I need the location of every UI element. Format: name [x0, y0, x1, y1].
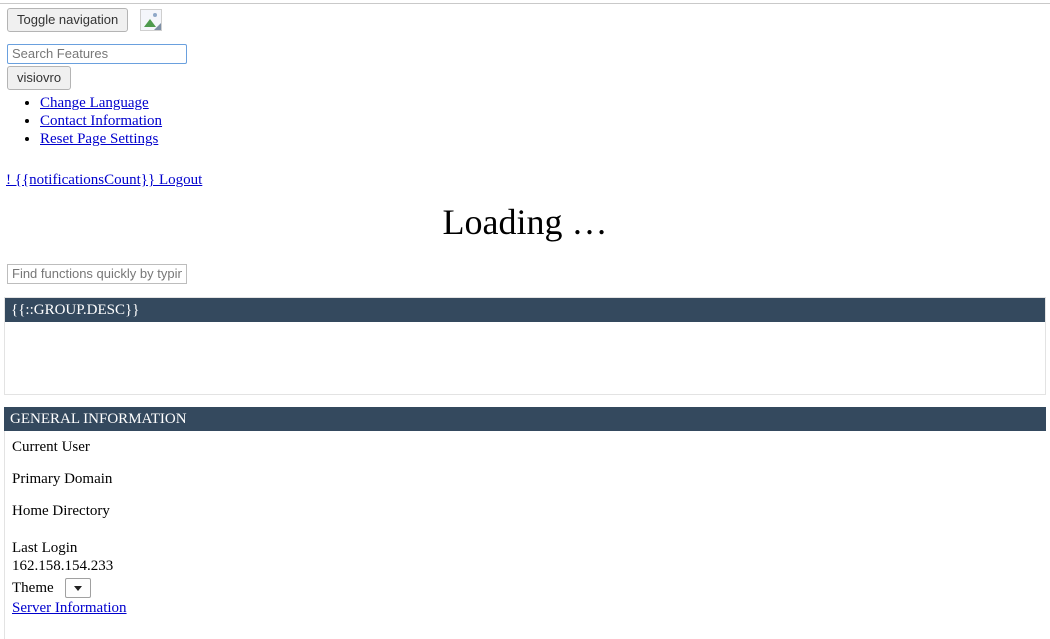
menu-item-contact-information[interactable]: Contact Information [40, 112, 162, 130]
info-row: Current User [5, 431, 1046, 463]
general-information-body: Current User Primary Domain Home Directo… [4, 431, 1046, 639]
broken-image-icon [139, 9, 162, 31]
info-row: Home Directory [5, 495, 1046, 527]
navbar-search-row [7, 44, 187, 64]
broken-image-sun [152, 13, 157, 17]
search-input[interactable] [7, 44, 187, 64]
navbar-toggle-row: Toggle navigation [7, 8, 162, 32]
viewport-top-rule [0, 3, 1050, 4]
notifications-logout-row[interactable]: ! {{notificationsCount}} Logout [6, 172, 202, 189]
quick-find-wrap [7, 264, 187, 284]
contact-information-link[interactable]: Contact Information [40, 113, 162, 129]
general-information-heading: GENERAL INFORMATION [4, 407, 1046, 431]
navbar-menu-list: Change Language Contact Information Rese… [0, 94, 162, 148]
group-panel-heading: {{::GROUP.DESC}} [5, 298, 1045, 322]
toggle-navigation-button[interactable]: Toggle navigation [7, 8, 129, 32]
change-language-link[interactable]: Change Language [40, 95, 149, 111]
chevron-down-icon [74, 585, 83, 591]
home-directory-label: Home Directory [12, 503, 110, 519]
last-login-label: Last Login [12, 540, 78, 556]
theme-select[interactable] [65, 577, 92, 598]
current-user-label: Current User [12, 439, 90, 455]
menu-item-reset-page-settings[interactable]: Reset Page Settings [40, 130, 162, 148]
primary-domain-label: Primary Domain [12, 471, 113, 487]
notifications-logout-link[interactable]: ! {{notificationsCount}} Logout [6, 172, 202, 188]
quick-find-input[interactable] [7, 264, 187, 284]
theme-label: Theme [12, 579, 54, 596]
broken-image-corner [153, 23, 161, 30]
group-panel-body [5, 322, 1045, 394]
server-information-link[interactable]: Server Information [12, 600, 127, 616]
group-panel: {{::GROUP.DESC}} [4, 297, 1046, 395]
theme-row: Theme [5, 576, 1046, 599]
info-row: Primary Domain [5, 463, 1046, 495]
server-information-row[interactable]: Server Information [5, 599, 1046, 617]
info-row: Last Login [5, 527, 1046, 557]
navbar-user-row: visiovro [7, 66, 72, 90]
menu-item-change-language[interactable]: Change Language [40, 94, 162, 112]
reset-page-settings-link[interactable]: Reset Page Settings [40, 131, 158, 147]
general-information-panel: GENERAL INFORMATION Current User Primary… [4, 407, 1046, 639]
user-menu-button[interactable]: visiovro [7, 66, 72, 90]
loading-text: Loading … [442, 202, 608, 242]
last-login-value: 162.158.154.233 [12, 558, 114, 574]
